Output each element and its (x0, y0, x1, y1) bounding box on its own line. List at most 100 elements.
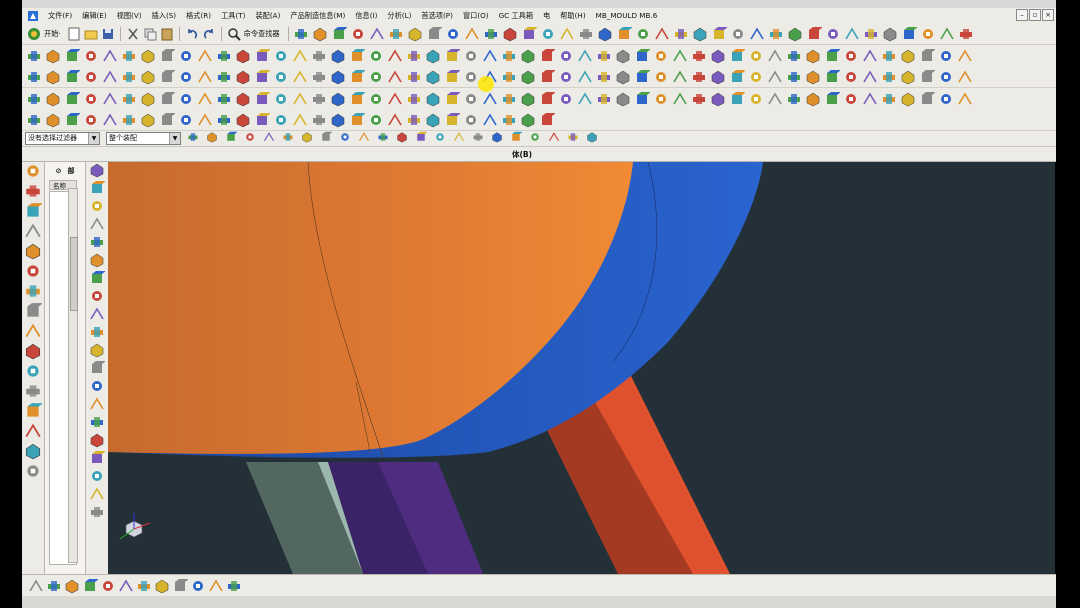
tool-icon[interactable] (567, 131, 583, 147)
tool-icon[interactable] (331, 26, 348, 42)
tool-icon[interactable] (824, 48, 841, 64)
tool-icon[interactable] (578, 26, 594, 42)
tool-icon[interactable] (140, 91, 156, 107)
tool-icon[interactable] (387, 48, 403, 64)
tool-icon[interactable] (282, 131, 298, 147)
resource-bar-icon[interactable] (24, 385, 42, 402)
tool-icon[interactable] (358, 131, 374, 147)
tool-icon[interactable] (882, 26, 898, 42)
tool-icon[interactable] (596, 91, 612, 107)
tool-icon[interactable] (862, 91, 878, 107)
tool-icon[interactable] (254, 91, 271, 107)
tool-icon[interactable] (710, 48, 726, 64)
tool-icon[interactable] (273, 69, 289, 85)
tool-icon[interactable] (121, 112, 137, 128)
tool-icon[interactable] (472, 131, 488, 147)
tool-icon[interactable] (520, 112, 536, 128)
tool-icon[interactable] (102, 69, 118, 85)
tool-icon[interactable] (45, 69, 61, 85)
tool-icon[interactable] (653, 48, 669, 64)
tool-icon[interactable] (463, 69, 479, 85)
resource-bar-icon[interactable] (24, 465, 42, 482)
paste-icon[interactable] (159, 26, 175, 42)
palette-icon[interactable] (89, 451, 106, 468)
tool-icon[interactable] (235, 69, 251, 85)
copy-icon[interactable] (142, 26, 158, 42)
tool-icon[interactable] (596, 69, 612, 85)
tool-icon[interactable] (824, 91, 841, 107)
tool-icon[interactable] (938, 91, 954, 107)
graphics-viewport[interactable] (108, 162, 1055, 574)
tool-icon[interactable] (64, 48, 81, 64)
tool-icon[interactable] (45, 48, 61, 64)
tool-icon[interactable] (197, 69, 213, 85)
tool-icon[interactable] (482, 91, 498, 107)
tool-icon[interactable] (939, 26, 955, 42)
palette-icon[interactable] (89, 271, 106, 288)
undo-icon[interactable] (184, 26, 200, 42)
cut-icon[interactable] (125, 26, 141, 42)
resource-bar-icon[interactable] (24, 265, 42, 282)
menu-format[interactable]: 格式(R) (181, 11, 216, 21)
menu-mb-mould[interactable]: MB_MOULD MB.6 (591, 11, 663, 20)
tool-icon[interactable] (862, 48, 878, 64)
tool-icon[interactable] (102, 48, 118, 64)
tool-icon[interactable] (729, 69, 746, 85)
tool-icon[interactable] (919, 69, 936, 85)
tool-icon[interactable] (843, 69, 859, 85)
tool-icon[interactable] (444, 91, 461, 107)
tool-icon[interactable] (729, 48, 746, 64)
tool-icon[interactable] (159, 112, 176, 128)
palette-icon[interactable] (89, 397, 105, 414)
tool-icon[interactable] (225, 131, 241, 147)
tool-icon[interactable] (843, 91, 859, 107)
tool-icon[interactable] (388, 26, 404, 42)
tool-icon[interactable] (26, 69, 42, 85)
tool-icon[interactable] (377, 131, 393, 147)
tool-icon[interactable] (368, 91, 384, 107)
tool-icon[interactable] (368, 112, 384, 128)
view-tool-icon[interactable] (208, 578, 224, 594)
tool-icon[interactable] (615, 48, 631, 64)
tool-icon[interactable] (729, 91, 746, 107)
tool-icon[interactable] (920, 26, 936, 42)
tool-icon[interactable] (520, 91, 536, 107)
tool-icon[interactable] (349, 91, 366, 107)
save-icon[interactable] (100, 26, 116, 42)
tool-icon[interactable] (767, 91, 783, 107)
tool-icon[interactable] (520, 48, 536, 64)
tool-icon[interactable] (482, 112, 498, 128)
tool-icon[interactable] (235, 48, 251, 64)
view-tool-icon[interactable] (100, 578, 116, 594)
tool-icon[interactable] (445, 26, 461, 42)
tool-icon[interactable] (710, 69, 726, 85)
tool-icon[interactable] (900, 91, 916, 107)
menu-preferences[interactable]: 首选项(P) (416, 11, 458, 21)
tool-icon[interactable] (634, 91, 651, 107)
tool-icon[interactable] (349, 69, 366, 85)
tool-icon[interactable] (406, 112, 422, 128)
resource-bar-icon[interactable] (24, 285, 42, 302)
command-finder-button[interactable]: 命令查找器 (243, 29, 284, 39)
tool-icon[interactable] (806, 26, 823, 42)
tool-icon[interactable] (539, 112, 556, 128)
tool-icon[interactable] (216, 112, 232, 128)
tool-icon[interactable] (330, 69, 346, 85)
tool-icon[interactable] (577, 48, 593, 64)
tool-icon[interactable] (350, 26, 366, 42)
menu-view[interactable]: 视图(V) (112, 11, 147, 21)
tool-icon[interactable] (596, 48, 612, 64)
start-icon[interactable] (26, 26, 42, 42)
tool-icon[interactable] (64, 91, 81, 107)
tool-icon[interactable] (83, 112, 99, 128)
tool-icon[interactable] (425, 91, 441, 107)
tool-icon[interactable] (464, 26, 480, 42)
tool-icon[interactable] (654, 26, 670, 42)
palette-icon[interactable] (89, 217, 105, 234)
tool-icon[interactable] (691, 69, 707, 85)
tool-icon[interactable] (957, 91, 973, 107)
maximize-button[interactable]: ▫ (1029, 9, 1041, 21)
menu-window[interactable]: 窗口(O) (458, 11, 494, 21)
tool-icon[interactable] (577, 91, 593, 107)
tool-icon[interactable] (369, 26, 385, 42)
